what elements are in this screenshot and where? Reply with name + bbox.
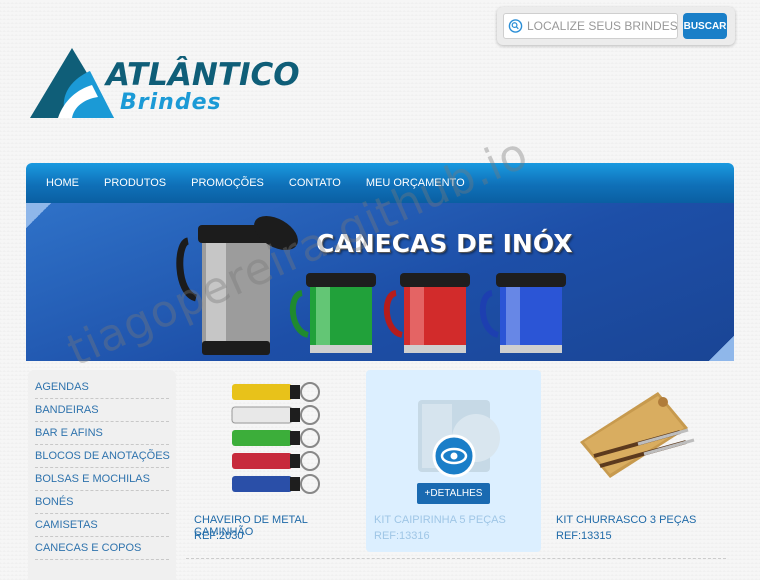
details-button[interactable]: +DETALHES bbox=[417, 483, 490, 504]
sidebar-item-bar-e-afins[interactable]: BAR E AFINS bbox=[35, 422, 169, 445]
product-image-keychains bbox=[231, 382, 320, 494]
main-nav: HOME PRODUTOS PROMOÇÕES CONTATO MEU ORÇA… bbox=[26, 163, 734, 203]
sidebar-item-blocos-de-anotacoes[interactable]: BLOCOS DE ANOTAÇÕES bbox=[35, 445, 170, 468]
nav-item-promocoes[interactable]: PROMOÇÕES bbox=[191, 177, 264, 189]
nav-item-home[interactable]: HOME bbox=[46, 177, 79, 189]
product-name[interactable]: KIT CAIPIRINHA 5 PEÇAS bbox=[374, 514, 506, 526]
hero-banner[interactable]: CANECAS DE INÓX bbox=[26, 203, 734, 361]
product-card[interactable]: CHAVEIRO DE METAL CAMINHÃO REF:2030 bbox=[186, 370, 361, 552]
sidebar-item-agendas[interactable]: AGENDAS bbox=[35, 376, 169, 399]
product-ref: REF:13316 bbox=[374, 530, 430, 542]
product-image-kit-churrasco bbox=[580, 392, 695, 478]
search-field-box[interactable] bbox=[503, 13, 678, 39]
product-name[interactable]: KIT CHURRASCO 3 PEÇAS bbox=[556, 514, 696, 526]
banner-title: CANECAS DE INÓX bbox=[316, 229, 573, 258]
product-ref: REF:2030 bbox=[194, 530, 244, 542]
product-ref: REF:13315 bbox=[556, 530, 612, 542]
nav-item-contato[interactable]: CONTATO bbox=[289, 177, 341, 189]
sidebar-item-camisetas[interactable]: CAMISETAS bbox=[35, 514, 169, 537]
sidebar-item-canecas-e-copos[interactable]: CANECAS E COPOS bbox=[35, 537, 169, 560]
logo-mark-icon bbox=[30, 48, 114, 118]
logo[interactable]: ATLÂNTICO Brindes bbox=[28, 45, 300, 120]
mugs-illustration bbox=[176, 215, 566, 355]
logo-text-primary: ATLÂNTICO bbox=[106, 57, 300, 93]
logo-text-secondary: Brindes bbox=[120, 90, 222, 115]
product-card[interactable]: +DETALHES KIT CAIPIRINHA 5 PEÇAS REF:133… bbox=[366, 370, 541, 552]
search-bar: BUSCAR bbox=[497, 7, 735, 45]
search-button[interactable]: BUSCAR bbox=[683, 13, 727, 39]
product-row-divider bbox=[186, 558, 726, 559]
search-input[interactable] bbox=[527, 19, 677, 33]
category-sidebar: AGENDAS BANDEIRAS BAR E AFINS BLOCOS DE … bbox=[28, 370, 176, 580]
product-card[interactable]: KIT CHURRASCO 3 PEÇAS REF:13315 bbox=[548, 370, 723, 552]
sidebar-item-bolsas-e-mochilas[interactable]: BOLSAS E MOCHILAS bbox=[35, 468, 169, 491]
search-icon bbox=[508, 19, 523, 33]
nav-item-produtos[interactable]: PRODUTOS bbox=[104, 177, 166, 189]
sidebar-item-bandeiras[interactable]: BANDEIRAS bbox=[35, 399, 169, 422]
nav-item-meu-orcamento[interactable]: MEU ORÇAMENTO bbox=[366, 177, 465, 189]
sidebar-item-bones[interactable]: BONÉS bbox=[35, 491, 169, 514]
